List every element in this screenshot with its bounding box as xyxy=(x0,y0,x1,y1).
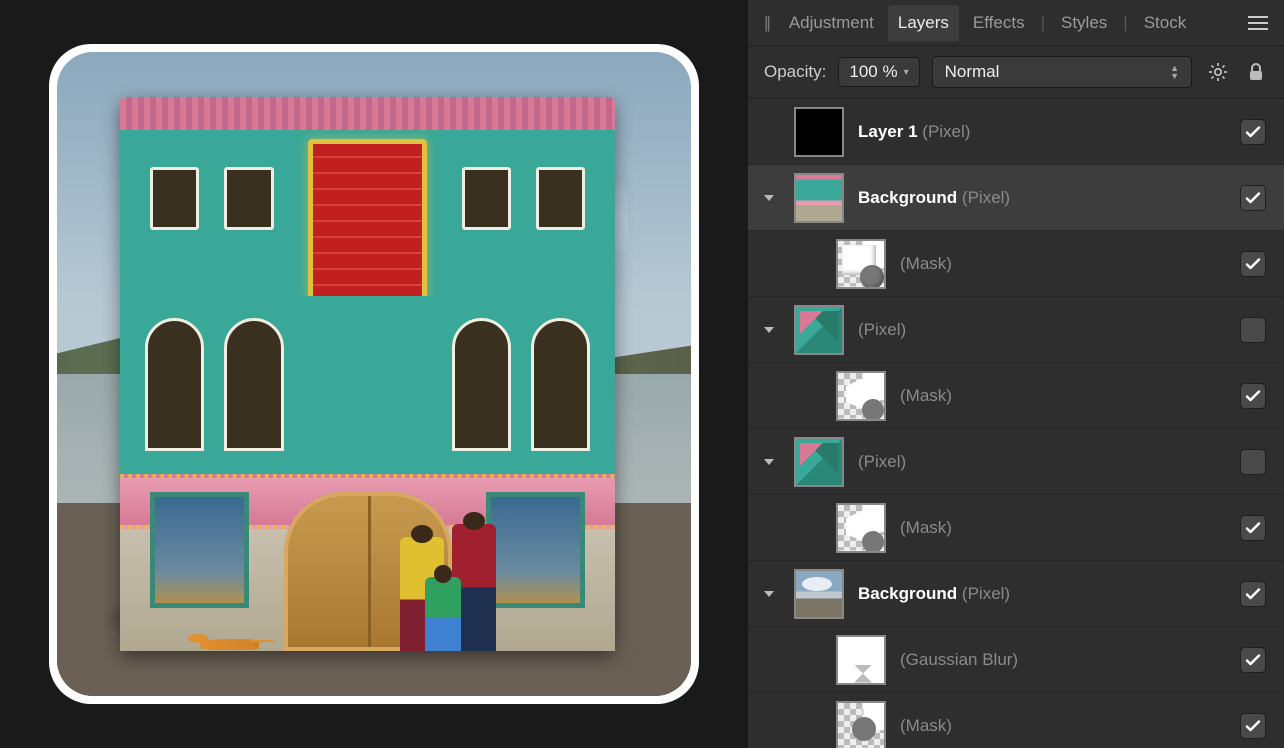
layer-name[interactable]: (Pixel) xyxy=(858,452,1226,472)
visibility-checkbox[interactable] xyxy=(1240,449,1266,475)
visibility-checkbox[interactable] xyxy=(1240,581,1266,607)
layer-name[interactable]: Background (Pixel) xyxy=(858,188,1226,208)
layer-row[interactable]: Background (Pixel) xyxy=(748,165,1284,231)
tab-styles[interactable]: Styles xyxy=(1051,5,1117,41)
panel-tabs: || Adjustment Layers Effects | Styles | … xyxy=(748,0,1284,46)
visibility-checkbox[interactable] xyxy=(1240,383,1266,409)
layers-list[interactable]: Layer 1 (Pixel) Background (Pixel) (Mask) (… xyxy=(748,99,1284,748)
canvas-image xyxy=(57,52,691,696)
stitched-building xyxy=(120,97,615,651)
visibility-checkbox[interactable] xyxy=(1240,713,1266,739)
layer-row[interactable]: Layer 1 (Pixel) xyxy=(748,99,1284,165)
gear-icon[interactable] xyxy=(1204,60,1232,84)
tab-effects[interactable]: Effects xyxy=(963,5,1035,41)
layer-row[interactable]: (Pixel) xyxy=(748,297,1284,363)
layer-thumbnail[interactable] xyxy=(794,437,844,487)
blend-mode-select[interactable]: Normal ▲▼ xyxy=(932,56,1192,88)
opacity-label: Opacity: xyxy=(764,62,826,82)
layer-row[interactable]: (Mask) xyxy=(748,231,1284,297)
tab-adjustment[interactable]: Adjustment xyxy=(779,5,884,41)
disclosure-triangle-icon[interactable] xyxy=(758,319,780,341)
layer-name[interactable]: Background (Pixel) xyxy=(858,584,1226,604)
canvas-frame xyxy=(49,44,699,704)
layer-thumbnail[interactable] xyxy=(794,107,844,157)
layer-row[interactable]: (Pixel) xyxy=(748,429,1284,495)
disclosure-triangle-icon[interactable] xyxy=(758,451,780,473)
layer-name[interactable]: (Gaussian Blur) xyxy=(900,650,1226,670)
panel-menu-icon[interactable] xyxy=(1242,12,1274,34)
layers-panel: || Adjustment Layers Effects | Styles | … xyxy=(748,0,1284,748)
canvas-area[interactable] xyxy=(0,0,748,748)
layer-thumbnail[interactable] xyxy=(794,305,844,355)
layer-thumbnail[interactable] xyxy=(794,569,844,619)
visibility-checkbox[interactable] xyxy=(1240,515,1266,541)
layer-row[interactable]: (Gaussian Blur) xyxy=(748,627,1284,693)
visibility-checkbox[interactable] xyxy=(1240,317,1266,343)
visibility-checkbox[interactable] xyxy=(1240,647,1266,673)
visibility-checkbox[interactable] xyxy=(1240,185,1266,211)
layer-options-row: Opacity: 100 % ▾ Normal ▲▼ xyxy=(748,46,1284,99)
layer-thumbnail[interactable] xyxy=(836,503,886,553)
tab-stock[interactable]: Stock xyxy=(1134,5,1197,41)
layer-row[interactable]: (Mask) xyxy=(748,495,1284,561)
visibility-checkbox[interactable] xyxy=(1240,119,1266,145)
visibility-checkbox[interactable] xyxy=(1240,251,1266,277)
tab-layers[interactable]: Layers xyxy=(888,5,959,41)
layer-thumbnail[interactable] xyxy=(836,635,886,685)
opacity-input[interactable]: 100 % ▾ xyxy=(838,57,919,87)
layer-thumbnail[interactable] xyxy=(836,371,886,421)
layer-name[interactable]: (Mask) xyxy=(900,386,1226,406)
stepper-icon: ▲▼ xyxy=(1170,64,1179,80)
layer-name[interactable]: (Mask) xyxy=(900,254,1226,274)
panel-drag-handle[interactable]: || xyxy=(758,13,775,33)
layer-thumbnail[interactable] xyxy=(794,173,844,223)
layer-thumbnail[interactable] xyxy=(836,239,886,289)
layer-name[interactable]: (Pixel) xyxy=(858,320,1226,340)
disclosure-triangle-icon[interactable] xyxy=(758,583,780,605)
layer-row[interactable]: Background (Pixel) xyxy=(748,561,1284,627)
layer-row[interactable]: (Mask) xyxy=(748,363,1284,429)
lock-icon[interactable] xyxy=(1244,60,1268,84)
caret-down-icon: ▾ xyxy=(904,67,909,78)
layer-name[interactable]: Layer 1 (Pixel) xyxy=(858,122,1226,142)
layer-name[interactable]: (Mask) xyxy=(900,518,1226,538)
layer-name[interactable]: (Mask) xyxy=(900,716,1226,736)
disclosure-triangle-icon[interactable] xyxy=(758,187,780,209)
layer-thumbnail[interactable] xyxy=(836,701,886,748)
layer-row[interactable]: (Mask) xyxy=(748,693,1284,748)
